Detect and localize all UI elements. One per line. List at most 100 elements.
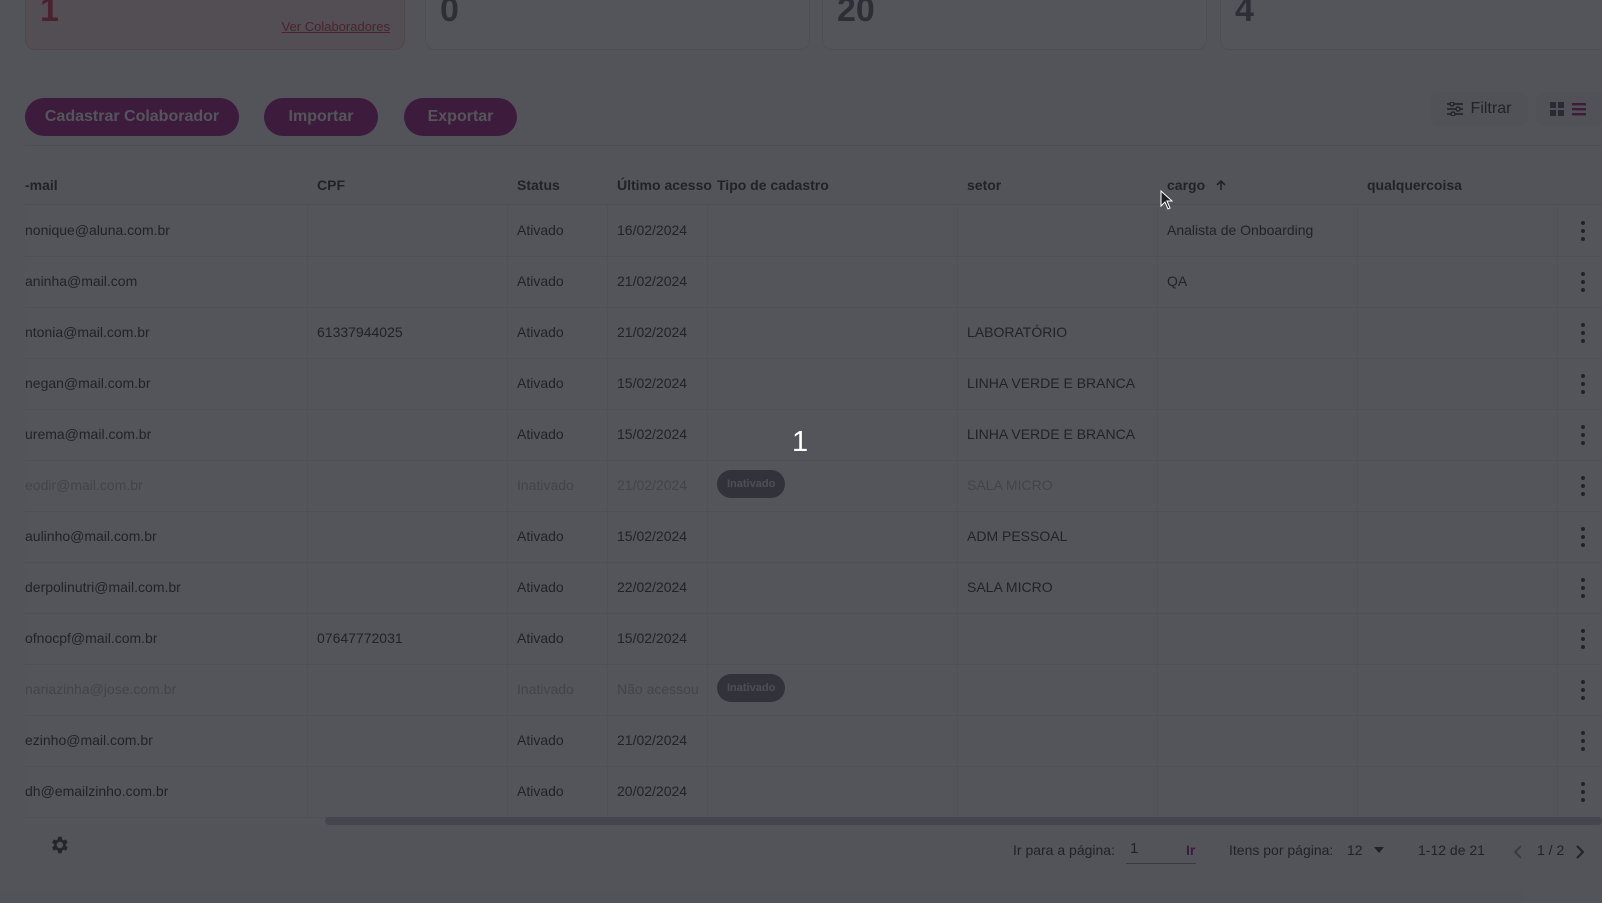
column-separator bbox=[1557, 409, 1558, 460]
row-actions-kebab-icon[interactable] bbox=[1578, 374, 1588, 394]
column-separator bbox=[1157, 613, 1158, 664]
table-row[interactable]: dh@emailzinho.com.br Ativado 20/02/2024 bbox=[25, 766, 1602, 818]
column-separator bbox=[707, 205, 708, 256]
row-actions-kebab-icon[interactable] bbox=[1578, 629, 1588, 649]
column-header-last-access[interactable]: Último acesso bbox=[617, 177, 712, 193]
cell-email: aninha@mail.com bbox=[25, 273, 138, 289]
column-separator bbox=[1157, 664, 1158, 715]
register-collaborator-button[interactable]: Cadastrar Colaborador bbox=[25, 98, 239, 136]
column-separator bbox=[1557, 562, 1558, 613]
column-separator bbox=[707, 256, 708, 307]
kebab-dot bbox=[1581, 272, 1585, 276]
column-header-custom[interactable]: qualquercoisa bbox=[1367, 177, 1462, 193]
cell-last-access: Não acessou bbox=[617, 681, 699, 697]
table-row[interactable]: ntonia@mail.com.br 61337944025 Ativado 21/0… bbox=[25, 307, 1602, 359]
row-actions-kebab-icon[interactable] bbox=[1578, 731, 1588, 751]
table-row[interactable]: urema@mail.com.br Ativado 15/02/2024 LINHA … bbox=[25, 409, 1602, 461]
row-actions-kebab-icon[interactable] bbox=[1578, 476, 1588, 496]
row-actions-kebab-icon[interactable] bbox=[1578, 425, 1588, 445]
column-separator bbox=[1357, 511, 1358, 562]
view-collaborators-link[interactable]: Ver Colaboradores bbox=[282, 19, 390, 34]
table-row[interactable]: nonique@aluna.com.br Ativado 16/02/2024 Ana… bbox=[25, 205, 1602, 257]
column-separator bbox=[607, 205, 608, 256]
scrollbar-thumb[interactable] bbox=[325, 817, 1602, 825]
column-separator bbox=[1157, 358, 1158, 409]
row-actions-kebab-icon[interactable] bbox=[1578, 272, 1588, 292]
column-header-cpf[interactable]: CPF bbox=[317, 177, 345, 193]
column-separator bbox=[1357, 460, 1358, 511]
table-row[interactable]: aulinho@mail.com.br Ativado 15/02/2024 ADM … bbox=[25, 511, 1602, 563]
cell-sector: LINHA VERDE E BRANCA bbox=[967, 375, 1136, 391]
chevron-left-icon[interactable] bbox=[1513, 845, 1523, 859]
column-separator bbox=[507, 664, 508, 715]
cell-status: Ativado bbox=[517, 528, 564, 544]
column-header-signup-type[interactable]: Tipo de cadastro bbox=[717, 177, 829, 193]
stat-value: 1 bbox=[40, 0, 59, 29]
table-row[interactable]: ezinho@mail.com.br Ativado 21/02/2024 bbox=[25, 715, 1602, 767]
filter-button[interactable]: Filtrar bbox=[1430, 92, 1528, 126]
kebab-dot bbox=[1581, 382, 1585, 386]
column-separator bbox=[307, 664, 308, 715]
column-separator bbox=[307, 766, 308, 817]
column-separator bbox=[307, 511, 308, 562]
row-actions-kebab-icon[interactable] bbox=[1578, 782, 1588, 802]
cell-sector: SALA MICRO bbox=[967, 477, 1053, 493]
column-separator bbox=[1357, 256, 1358, 307]
column-separator bbox=[1357, 664, 1358, 715]
gear-icon[interactable] bbox=[48, 834, 70, 856]
column-header-sector[interactable]: setor bbox=[967, 177, 1001, 193]
column-separator bbox=[607, 562, 608, 613]
import-button[interactable]: Importar bbox=[264, 98, 378, 136]
row-actions-kebab-icon[interactable] bbox=[1578, 221, 1588, 241]
table-row[interactable]: negan@mail.com.br Ativado 15/02/2024 LINHA … bbox=[25, 358, 1602, 410]
table-row[interactable]: derpolinutri@mail.com.br Ativado 22/02/202… bbox=[25, 562, 1602, 614]
column-separator bbox=[1157, 511, 1158, 562]
column-separator bbox=[607, 766, 608, 817]
cell-status: Ativado bbox=[517, 375, 564, 391]
column-separator bbox=[307, 307, 308, 358]
grid-view-icon[interactable] bbox=[1550, 102, 1564, 116]
column-separator bbox=[707, 460, 708, 511]
kebab-dot bbox=[1581, 425, 1585, 429]
chevron-right-icon[interactable] bbox=[1575, 845, 1585, 859]
row-actions-kebab-icon[interactable] bbox=[1578, 527, 1588, 547]
column-separator bbox=[307, 613, 308, 664]
column-separator bbox=[507, 358, 508, 409]
cell-sector: ADM PESSOAL bbox=[967, 528, 1068, 544]
column-separator bbox=[507, 256, 508, 307]
export-button[interactable]: Exportar bbox=[404, 98, 517, 136]
table-row[interactable]: nariazinha@jose.com.br Inativado Não acess… bbox=[25, 664, 1602, 716]
horizontal-scrollbar[interactable] bbox=[25, 815, 1602, 825]
column-separator bbox=[707, 715, 708, 766]
list-view-icon[interactable] bbox=[1572, 102, 1586, 116]
row-actions-kebab-icon[interactable] bbox=[1578, 680, 1588, 700]
stat-value: 20 bbox=[837, 0, 875, 29]
row-actions-kebab-icon[interactable] bbox=[1578, 323, 1588, 343]
table-row[interactable]: aninha@mail.com Ativado 21/02/2024 QA bbox=[25, 256, 1602, 308]
cell-last-access: 21/02/2024 bbox=[617, 324, 688, 340]
table-row[interactable]: eodir@mail.com.br Inativado 21/02/2024 Inat… bbox=[25, 460, 1602, 512]
goto-page-label: Ir para a página: bbox=[1013, 842, 1115, 858]
row-actions-kebab-icon[interactable] bbox=[1578, 578, 1588, 598]
column-header-role[interactable]: cargo bbox=[1167, 177, 1227, 193]
stat-value: 4 bbox=[1235, 0, 1254, 29]
column-separator bbox=[507, 205, 508, 256]
cell-email: negan@mail.com.br bbox=[25, 375, 151, 391]
filter-sliders-icon bbox=[1446, 102, 1463, 116]
kebab-dot bbox=[1581, 237, 1585, 241]
column-header-email[interactable]: -mail bbox=[25, 177, 58, 193]
column-separator bbox=[957, 205, 958, 256]
column-header-status[interactable]: Status bbox=[517, 177, 560, 193]
table-row[interactable]: ofnocpf@mail.com.br 07647772031 Ativado 15/… bbox=[25, 613, 1602, 665]
column-separator bbox=[957, 460, 958, 511]
column-separator bbox=[507, 460, 508, 511]
kebab-dot bbox=[1581, 323, 1585, 327]
column-separator bbox=[1557, 358, 1558, 409]
kebab-dot bbox=[1581, 476, 1585, 480]
column-separator bbox=[507, 766, 508, 817]
sort-ascending-icon bbox=[1216, 179, 1226, 190]
kebab-dot bbox=[1581, 586, 1585, 590]
goto-page-button[interactable]: Ir bbox=[1186, 842, 1195, 858]
items-per-page-select[interactable]: 12 bbox=[1347, 842, 1385, 858]
column-separator bbox=[1557, 766, 1558, 817]
